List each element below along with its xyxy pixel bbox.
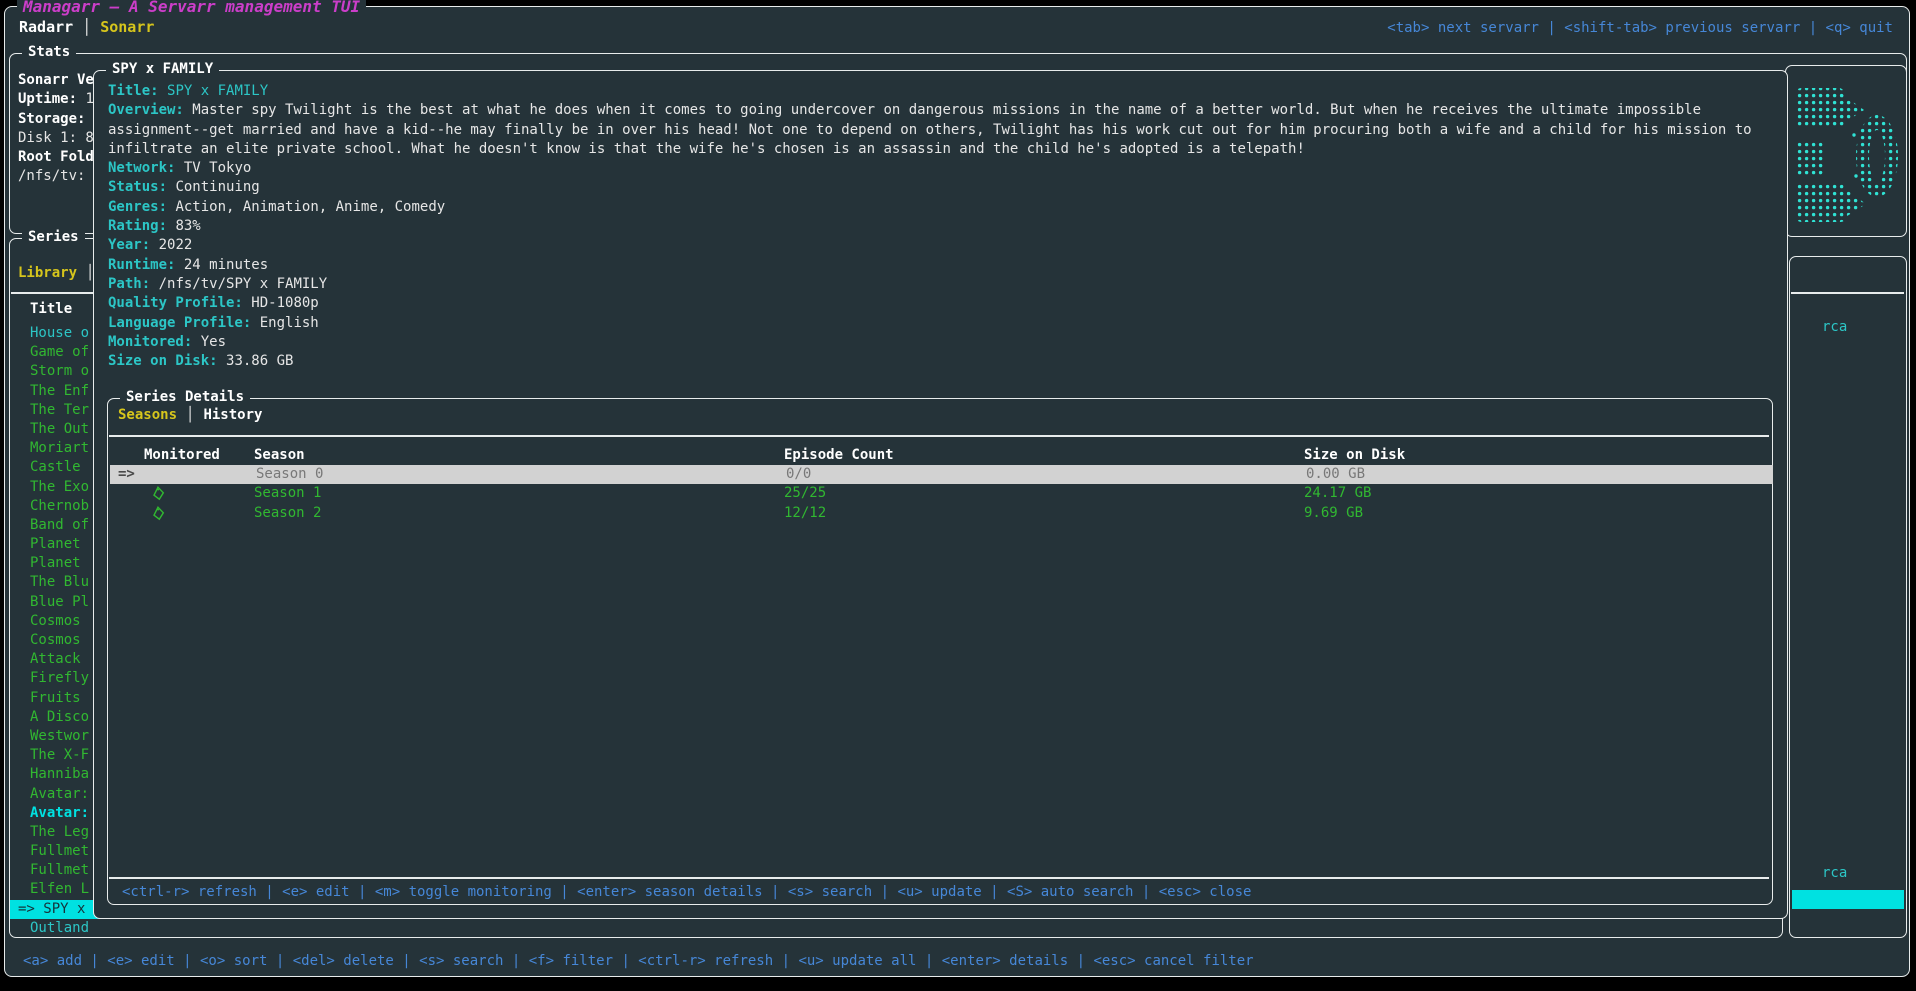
stat-line: Sonarr Ver bbox=[18, 71, 102, 90]
series-column-header: Title bbox=[30, 301, 72, 317]
series-info-fields: Title:SPY x FAMILY Overview:Master spy T… bbox=[108, 82, 1776, 371]
episode-count: 12/12 bbox=[784, 504, 826, 523]
stat-line: Disk 1: 80 bbox=[18, 129, 102, 148]
size-on-disk: 0.00 GB bbox=[1306, 465, 1365, 484]
info-field: Rating:83% bbox=[108, 217, 1776, 236]
stat-line: /nfs/tv: 1 bbox=[18, 167, 102, 186]
info-field: Runtime:24 minutes bbox=[108, 256, 1776, 275]
season-name: Season 1 bbox=[254, 484, 321, 503]
right-separator bbox=[1791, 292, 1904, 294]
stat-line: Uptime: 17 bbox=[18, 90, 102, 109]
info-field: Network:TV Tokyo bbox=[108, 159, 1776, 178]
episode-count: 0/0 bbox=[786, 465, 811, 484]
season-row[interactable]: Season 1 25/25 24.17 GB bbox=[108, 484, 1772, 503]
selected-row-highlight-fragment bbox=[1792, 890, 1904, 909]
header-monitored: Monitored bbox=[144, 447, 220, 463]
modal-title: SPY x FAMILY bbox=[106, 61, 219, 77]
logo-panel bbox=[1785, 65, 1907, 237]
season-row[interactable]: => Season 0 0/0 0.00 GB bbox=[110, 465, 1773, 484]
tab-radarr[interactable]: Radarr bbox=[19, 18, 73, 36]
monitored-tag-icon bbox=[152, 506, 165, 527]
stat-line: Storage: bbox=[18, 110, 102, 129]
stats-lines: Sonarr Ver Uptime: 17 Storage: Disk 1: 8… bbox=[18, 71, 102, 187]
info-field: Monitored:Yes bbox=[108, 333, 1776, 352]
details-separator-bottom bbox=[109, 877, 1769, 879]
series-panel-title: Series bbox=[22, 229, 85, 245]
details-separator-top bbox=[109, 435, 1769, 437]
tab-history[interactable]: History bbox=[203, 407, 262, 423]
servarr-help-bar: <tab> next servarr | <shift-tab> previou… bbox=[1387, 20, 1893, 36]
selection-marker: => bbox=[118, 465, 135, 484]
right-fragment-panel: rca rca bbox=[1789, 256, 1907, 938]
info-field: Status:Continuing bbox=[108, 178, 1776, 197]
library-help-bar: <a> add | <e> edit | <o> sort | <del> de… bbox=[23, 953, 1254, 969]
root-window: Managarr – A Servarr management TUI Rada… bbox=[4, 6, 1910, 977]
sonarr-dot-logo-icon bbox=[1790, 72, 1902, 230]
info-field: Year:2022 bbox=[108, 236, 1776, 255]
info-field: Size on Disk:33.86 GB bbox=[108, 352, 1776, 371]
header-episode-count: Episode Count bbox=[784, 447, 894, 463]
tab-sonarr[interactable]: Sonarr bbox=[100, 18, 154, 36]
size-on-disk: 24.17 GB bbox=[1304, 484, 1371, 503]
seasons-table: => Season 0 0/0 0.00 GB Season 1 25/25 bbox=[108, 465, 1772, 523]
seasons-table-header: Monitored Season Episode Count Size on D… bbox=[108, 447, 1772, 466]
size-on-disk: 9.69 GB bbox=[1304, 504, 1363, 523]
network-text-fragment: rca bbox=[1822, 865, 1847, 881]
info-field: Path:/nfs/tv/SPY x FAMILY bbox=[108, 275, 1776, 294]
servarr-tabs: Radarr │ Sonarr bbox=[19, 18, 154, 36]
season-name: Season 2 bbox=[254, 504, 321, 523]
info-field: Title:SPY x FAMILY bbox=[108, 82, 1776, 101]
info-field: Language Profile:English bbox=[108, 314, 1776, 333]
info-field: Quality Profile:HD-1080p bbox=[108, 294, 1776, 313]
app-title: Managarr – A Servarr management TUI bbox=[17, 0, 366, 16]
tab-library[interactable]: Library│ bbox=[18, 265, 94, 281]
series-details-panel: Series Details Seasons│History Monitored… bbox=[107, 398, 1773, 905]
season-name: Season 0 bbox=[256, 465, 323, 484]
tab-seasons[interactable]: Seasons bbox=[118, 407, 177, 423]
network-text-fragment: rca bbox=[1822, 319, 1847, 335]
tab-divider: │ bbox=[82, 18, 91, 36]
info-field: Genres:Action, Animation, Anime, Comedy bbox=[108, 198, 1776, 217]
header-season: Season bbox=[254, 447, 305, 463]
season-row[interactable]: Season 2 12/12 9.69 GB bbox=[108, 504, 1772, 523]
terminal-screen: Managarr – A Servarr management TUI Rada… bbox=[0, 0, 1916, 991]
tab-divider: │ bbox=[186, 407, 194, 423]
series-details-title: Series Details bbox=[120, 389, 250, 405]
series-info-modal: SPY x FAMILY Title:SPY x FAMILY Overview… bbox=[93, 70, 1788, 919]
info-field: Overview:Master spy Twilight is the best… bbox=[108, 101, 1776, 159]
header-size-on-disk: Size on Disk bbox=[1304, 447, 1405, 463]
stat-line: Root Folde bbox=[18, 148, 102, 167]
stats-panel-title: Stats bbox=[22, 44, 76, 60]
seasons-help-bar: <ctrl-r> refresh | <e> edit | <m> toggle… bbox=[122, 884, 1251, 900]
episode-count: 25/25 bbox=[784, 484, 826, 503]
details-tabs: Seasons │ History bbox=[118, 407, 262, 423]
series-list-item[interactable]: Outland bbox=[10, 919, 160, 938]
